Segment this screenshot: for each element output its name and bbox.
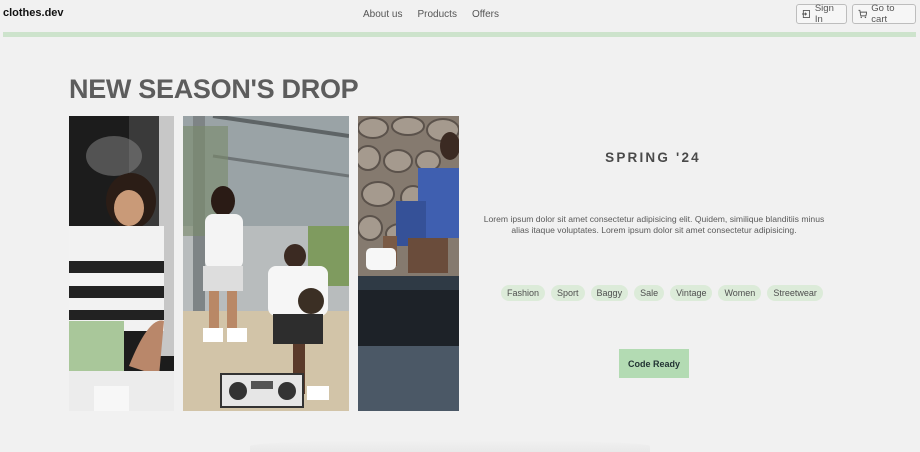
tag-streetwear[interactable]: Streetwear — [767, 285, 823, 301]
nav-products[interactable]: Products — [417, 9, 456, 20]
nav-offers[interactable]: Offers — [472, 9, 499, 20]
page-headline: NEW SEASON'S DROP — [69, 74, 359, 104]
cart-label: Go to cart — [871, 3, 895, 25]
code-ready-button[interactable]: Code Ready — [619, 349, 689, 378]
tag-baggy[interactable]: Baggy — [590, 285, 629, 301]
sign-in-icon — [802, 10, 810, 18]
smoke-portrait-photo — [69, 116, 174, 411]
section-shadow — [250, 440, 650, 452]
site-header: clothes.dev About us Products Offers Sig… — [0, 0, 920, 30]
nav-about-us[interactable]: About us — [363, 9, 402, 20]
street-group-photo — [183, 116, 349, 411]
tag-women[interactable]: Women — [718, 285, 762, 301]
cart-icon — [858, 9, 868, 19]
main-nav: About us Products Offers — [363, 9, 499, 20]
tag-sale[interactable]: Sale — [634, 285, 665, 301]
sign-in-button[interactable]: Sign In — [796, 3, 847, 25]
stone-wall-photo — [358, 116, 459, 411]
tag-fashion[interactable]: Fashion — [501, 285, 546, 301]
go-to-cart-button[interactable]: Go to cart — [852, 3, 916, 25]
tag-vintage[interactable]: Vintage — [670, 285, 713, 301]
season-description: Lorem ipsum dolor sit amet consectetur a… — [483, 214, 825, 235]
season-title: SPRING '24 — [605, 150, 701, 165]
tag-sport[interactable]: Sport — [551, 285, 585, 301]
accent-bar — [3, 32, 916, 37]
sign-in-label: Sign In — [814, 3, 834, 25]
logo[interactable]: clothes.dev — [3, 7, 64, 19]
tag-list: Fashion Sport Baggy Sale Vintage Women S… — [501, 285, 823, 301]
